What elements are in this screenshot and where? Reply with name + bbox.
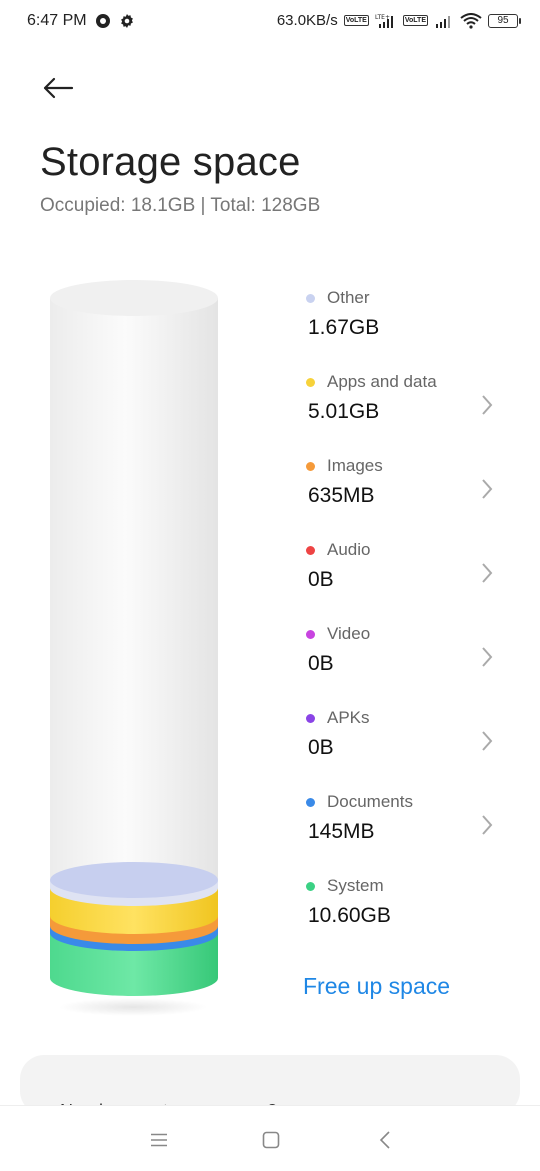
page-title: Storage space (40, 140, 301, 184)
legend-item-apps-and-data[interactable]: Apps and data 5.01GB (306, 372, 512, 456)
net-speed: 63.0KB/s (276, 12, 338, 29)
legend-item-system: System 10.60GB (306, 876, 512, 960)
gear-icon (119, 13, 135, 29)
back-icon (379, 1131, 390, 1149)
legend-dot (306, 881, 315, 891)
free-up-space-button[interactable]: Free up space (303, 973, 450, 1000)
legend-label: Apps and data (327, 372, 437, 391)
chevron-right-icon[interactable] (480, 562, 494, 584)
legend-item-images[interactable]: Images 635MB (306, 456, 512, 540)
back-button[interactable] (38, 70, 78, 106)
legend-item-video[interactable]: Video 0B (306, 624, 512, 708)
volte-icon: VoLTE (343, 15, 369, 26)
legend-item-apks[interactable]: APKs 0B (306, 708, 512, 792)
legend-label: Video (327, 624, 371, 643)
legend-dot (306, 461, 315, 471)
battery-icon: 95 (488, 13, 521, 28)
status-left: 6:47 PM (27, 12, 135, 30)
system-back-button[interactable] (367, 1122, 403, 1158)
menu-icon (151, 1133, 167, 1147)
cylinder-shadow (58, 998, 208, 1016)
legend-dot (306, 713, 315, 723)
chevron-right-icon[interactable] (480, 478, 494, 500)
chevron-right-icon[interactable] (480, 730, 494, 752)
status-bar: 6:47 PM 63.0KB/s VoLTE LTE+ VoLTE 95 (0, 0, 540, 46)
status-right: 63.0KB/s VoLTE LTE+ VoLTE 95 (276, 12, 521, 29)
storage-summary: Occupied: 18.1GB | Total: 128GB (40, 195, 321, 216)
navigation-bar (0, 1105, 540, 1171)
legend-label: Images (327, 456, 383, 475)
storage-cylinder (48, 278, 220, 1023)
legend-label: System (327, 876, 384, 895)
home-button[interactable] (253, 1122, 289, 1158)
volte-icon-2: VoLTE (402, 15, 428, 26)
legend-item-other: Other 1.67GB (306, 288, 512, 372)
legend-label: APKs (327, 708, 370, 727)
storage-legend: Other 1.67GB Apps and data 5.01GB Images… (306, 288, 512, 960)
chevron-right-icon[interactable] (480, 646, 494, 668)
legend-item-documents[interactable]: Documents 145MB (306, 792, 512, 876)
recents-button[interactable] (141, 1122, 177, 1158)
chevron-right-icon[interactable] (480, 394, 494, 416)
legend-dot (306, 629, 315, 639)
signal-icon-2 (434, 13, 454, 29)
legend-label: Audio (327, 540, 371, 559)
legend-value: 1.67GB (308, 316, 380, 339)
legend-label: Documents (327, 792, 413, 811)
signal-icon: LTE+ (375, 13, 397, 29)
legend-item-audio[interactable]: Audio 0B (306, 540, 512, 624)
status-time: 6:47 PM (27, 12, 87, 29)
storage-cylinder-graphic (50, 280, 218, 996)
chevron-right-icon[interactable] (480, 814, 494, 836)
circle-record-icon (95, 13, 111, 29)
wifi-icon (460, 12, 482, 29)
arrow-left-icon (43, 77, 74, 99)
legend-dot (306, 797, 315, 807)
legend-dot (306, 377, 315, 387)
legend-dot (306, 545, 315, 555)
legend-value: 10.60GB (308, 904, 391, 927)
legend-label: Other (327, 288, 370, 307)
legend-dot (306, 293, 315, 303)
home-icon (262, 1131, 280, 1149)
